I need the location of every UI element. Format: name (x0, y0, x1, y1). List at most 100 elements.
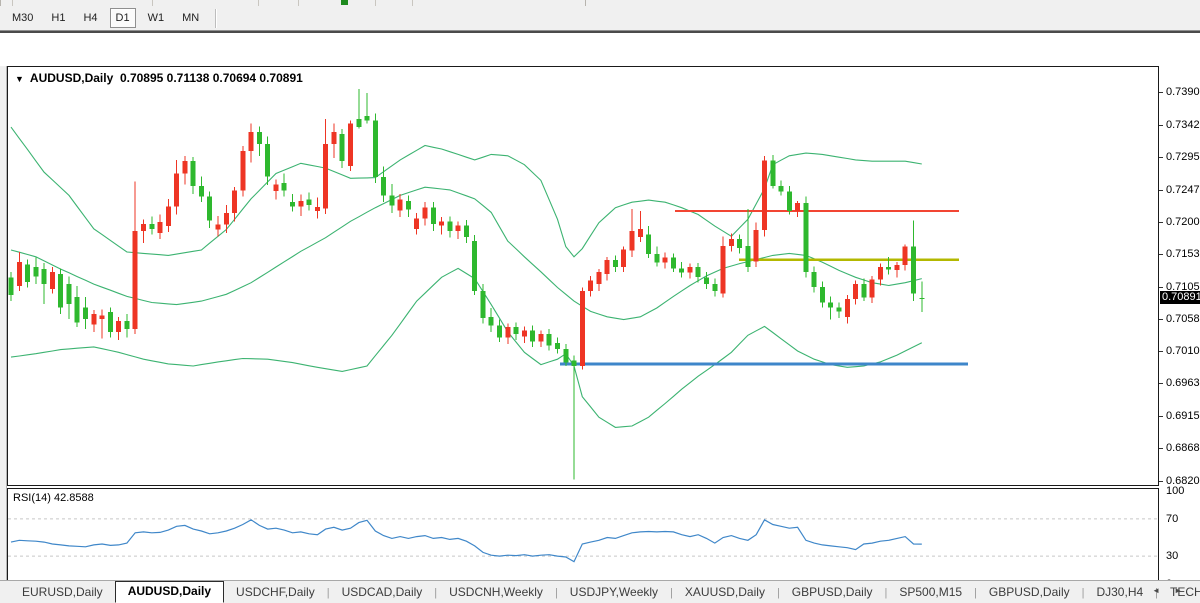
chart-tab-sp500[interactable]: SP500,M15 (887, 582, 974, 603)
candle-body (182, 161, 188, 174)
tab-scroll-right-icon[interactable]: ► (1174, 586, 1196, 595)
price-axis-label: 0.73900 (1166, 86, 1200, 98)
candle-body (198, 185, 204, 197)
candle-body (397, 199, 403, 211)
candle-body (306, 199, 312, 205)
candle-body (745, 245, 751, 268)
candle-body (596, 271, 602, 285)
candle-body (612, 260, 618, 267)
chart-tab-usdjpy[interactable]: USDJPY,Weekly (558, 582, 670, 603)
candle-body (25, 264, 31, 282)
price-axis-label: 0.68680 (1166, 442, 1200, 455)
rsi-indicator-pane[interactable]: RSI(14) 42.8588 (7, 488, 1159, 589)
candle-body (248, 131, 254, 151)
candle-body (811, 271, 817, 287)
timeframe-button-w1[interactable]: W1 (142, 8, 171, 28)
timeframe-button-d1[interactable]: D1 (109, 8, 136, 28)
candle-body (919, 298, 925, 300)
candle-body (687, 267, 693, 273)
chart-tab-usdcad[interactable]: USDCAD,Daily (330, 582, 435, 603)
candle-body (654, 254, 660, 263)
candle-body (99, 315, 105, 319)
candle-body (704, 277, 709, 285)
candle-body (364, 116, 370, 121)
price-axis-label: 0.69150 (1166, 410, 1200, 423)
candle-body (828, 302, 834, 308)
candle-body (538, 333, 544, 342)
candle-body (339, 133, 345, 162)
tab-scroll-left-icon[interactable]: ◄ (1152, 586, 1174, 595)
candle-body (521, 330, 527, 337)
price-axis-label: 0.72000 (1166, 215, 1200, 228)
chart-dropdown-icon[interactable]: ▼ (15, 74, 24, 84)
price-axis-tick (1159, 156, 1163, 158)
candle-body (629, 230, 635, 251)
current-price-badge: 0.70891 (1160, 290, 1200, 304)
candle-body (290, 202, 295, 207)
candle-body (488, 316, 494, 326)
chart-tab-dj30[interactable]: DJ30,H4 (1084, 582, 1155, 603)
price-axis-tick (1159, 416, 1163, 418)
candle-body (836, 307, 842, 312)
candle-body (141, 224, 146, 231)
candle-body (190, 161, 196, 186)
candle-body (712, 284, 718, 291)
price-axis[interactable]: 0.73900 0.73420 0.72950 0.72470 0.72000 0.715… (1159, 66, 1200, 603)
price-axis-label: 0.72470 (1166, 183, 1200, 196)
candlestick-chart[interactable] (8, 67, 1158, 485)
chart-tab-eurusd[interactable]: EURUSD,Daily (10, 582, 115, 603)
candle-body (33, 267, 39, 277)
price-axis-tick (1159, 481, 1163, 482)
timeframe-button-mn[interactable]: MN (176, 8, 205, 28)
chart-tab-xauusd[interactable]: XAUUSD,Daily (673, 582, 777, 603)
rsi-label: RSI(14) 42.8588 (13, 492, 94, 504)
price-axis-tick (1159, 286, 1163, 288)
candle-body (91, 314, 97, 325)
chart-tab-gbpusd[interactable]: GBPUSD,Daily (780, 582, 885, 603)
candle-body (49, 271, 55, 289)
price-axis-tick (1159, 221, 1163, 223)
candle-body (66, 284, 72, 304)
candle-body (430, 207, 436, 225)
timeframe-button-h1[interactable]: H1 (45, 8, 71, 28)
price-axis-tick (1159, 351, 1163, 353)
candle-body (8, 277, 14, 295)
candle-body (265, 144, 271, 177)
candle-body (472, 241, 478, 291)
candle-body (116, 320, 122, 332)
candle-body (323, 144, 329, 209)
candle-body (795, 202, 801, 212)
terminal-window: M30 H1 H4 D1 W1 MN ▼ AUDUSD,Daily 0.70895 0.71… (0, 0, 1200, 603)
candle-body (414, 218, 420, 229)
timeframe-button-h4[interactable]: H4 (77, 8, 103, 28)
price-axis-label: 0.70100 (1166, 345, 1200, 358)
candle-body (389, 195, 395, 206)
candle-body (803, 202, 809, 272)
candle-body (646, 234, 652, 255)
chart-tab-audusd[interactable]: AUDUSD,Daily (114, 581, 225, 603)
candle-body (455, 225, 461, 231)
timeframe-button-m30[interactable]: M30 (6, 8, 39, 28)
rsi-axis-label: 100 (1166, 485, 1185, 497)
price-chart-pane[interactable]: ▼ AUDUSD,Daily 0.70895 0.71138 0.70694 0.… (7, 66, 1159, 486)
chart-tab-gbpusd[interactable]: GBPUSD,Daily (977, 582, 1082, 603)
candle-body (356, 118, 362, 128)
rsi-chart[interactable] (8, 489, 1158, 588)
timeframe-toolbar: M30 H1 H4 D1 W1 MN (0, 6, 1200, 31)
price-axis-tick (1159, 448, 1163, 450)
price-axis-tick (1159, 318, 1163, 320)
price-axis-tick (1159, 253, 1163, 255)
rsi-axis-label: 30 (1166, 550, 1179, 563)
chart-tab-usdcnh[interactable]: USDCNH,Weekly (437, 582, 555, 603)
bollinger-lower-band (10, 267, 923, 428)
price-axis-label: 0.71530 (1166, 247, 1200, 260)
chart-tab-usdchf[interactable]: USDCHF,Daily (224, 582, 327, 603)
toolbar-separator (215, 8, 218, 28)
candle-body (439, 221, 445, 226)
candle-body (588, 280, 594, 291)
candle-body (894, 265, 900, 270)
toolbar-partial-icon[interactable] (341, 0, 348, 5)
candle-body (762, 160, 767, 231)
candle-body (41, 269, 47, 285)
price-axis-label: 0.70580 (1166, 312, 1200, 325)
